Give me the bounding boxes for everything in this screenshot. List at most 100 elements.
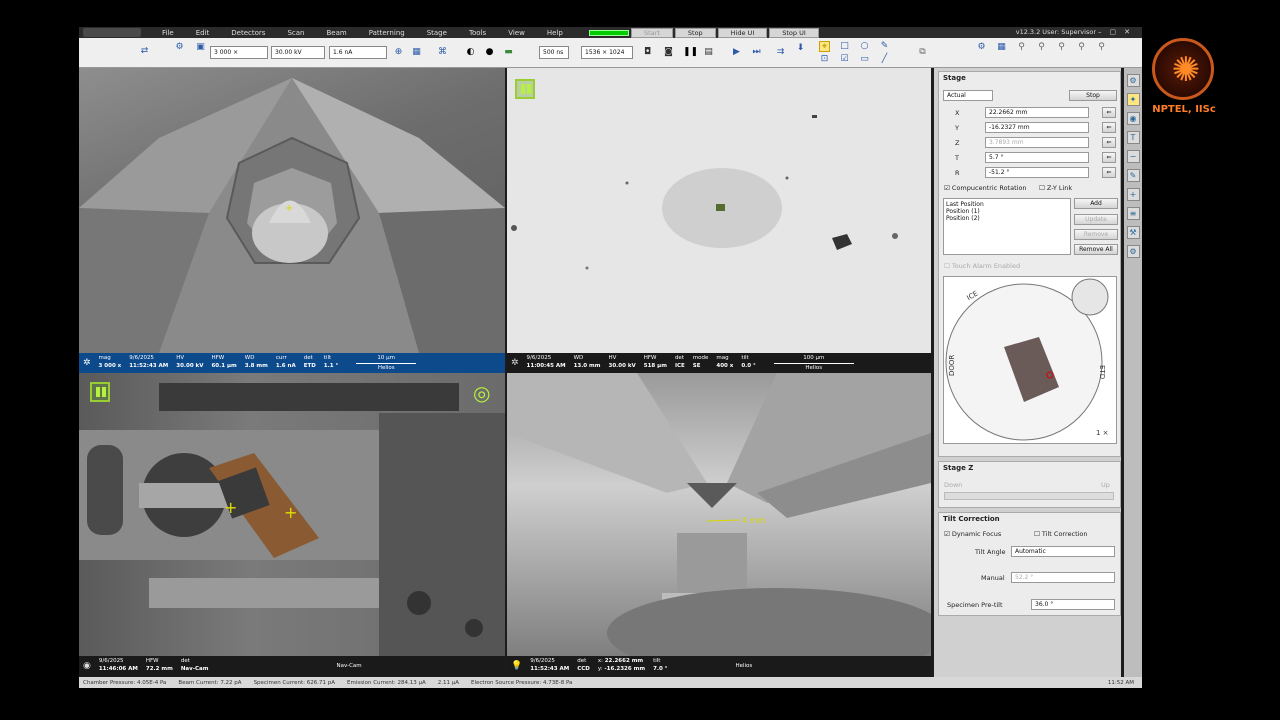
beam-toggle-icon[interactable]: ⇄ — [139, 46, 150, 57]
menu-patterning[interactable]: Patterning — [358, 29, 416, 37]
rectangle-tool-icon[interactable]: □ — [839, 41, 850, 52]
gear-icon[interactable]: ⚙ — [1126, 74, 1140, 87]
contrast-icon[interactable]: ◐ — [465, 47, 476, 58]
text-icon[interactable]: T — [1126, 131, 1140, 144]
camera-icon[interactable]: ◘ — [642, 47, 653, 58]
link-icon[interactable]: ⚲ — [1016, 42, 1027, 53]
position-list[interactable]: Last Position Position (1) Position (2) — [943, 198, 1071, 255]
frame-icon[interactable]: ▭ — [859, 54, 870, 65]
dwell-time-field[interactable]: 500 ns — [539, 46, 569, 59]
position-item[interactable]: Position (1) — [946, 208, 1068, 215]
stage-y-field[interactable]: -16.2327 mm — [985, 122, 1089, 133]
menu-help[interactable]: Help — [536, 29, 574, 37]
link-icon-2[interactable]: ⚲ — [1036, 42, 1047, 53]
remove-position-button[interactable]: Remove — [1074, 229, 1118, 240]
magnification-field[interactable]: 3 000 × — [210, 46, 268, 59]
snapshot-icon[interactable]: ◙ — [663, 47, 674, 58]
polygon-tool-icon[interactable]: ✎ — [879, 41, 890, 52]
dynamic-focus-checkbox[interactable]: ☑ Dynamic Focus — [944, 530, 1001, 538]
x-go-button[interactable]: ⇐ — [1102, 107, 1116, 118]
remove-all-button[interactable]: Remove All — [1074, 244, 1118, 255]
beam-current-field[interactable]: 1.6 nA — [329, 46, 387, 59]
touch-alarm-checkbox[interactable]: ☐ Touch Alarm Enabled — [944, 262, 1020, 270]
quad4-ccd-image[interactable]: 4 mm — [507, 373, 931, 656]
window-controls[interactable]: –▢✕ — [1098, 27, 1138, 38]
z-go-button[interactable]: ⇐ — [1102, 137, 1116, 148]
checkmark-icon[interactable]: ☑ — [839, 54, 850, 65]
r-go-button[interactable]: ⇐ — [1102, 167, 1116, 178]
video-icon[interactable]: ▤ — [703, 47, 714, 58]
stage-gear-icon[interactable]: ⚙ — [976, 42, 987, 53]
menu-edit[interactable]: Edit — [185, 29, 221, 37]
distance-annotation: 4 mm — [742, 516, 765, 525]
t-go-button[interactable]: ⇐ — [1102, 152, 1116, 163]
stage-tilt-field[interactable]: 5.7 ° — [985, 152, 1089, 163]
start-button[interactable]: Start — [631, 27, 673, 38]
menu-view[interactable]: View — [497, 29, 536, 37]
detector-icon[interactable]: ▣ — [195, 42, 206, 53]
stage-x-field[interactable]: 22.2662 mm — [985, 107, 1089, 118]
position-item[interactable]: Last Position — [946, 201, 1068, 208]
y-go-button[interactable]: ⇐ — [1102, 122, 1116, 133]
position-item[interactable]: Position (2) — [946, 215, 1068, 222]
quad1-electron-image[interactable]: + — [79, 68, 505, 353]
layout-icon[interactable]: ⧉ — [917, 47, 928, 58]
eye-icon[interactable]: ◉ — [1126, 112, 1140, 125]
route-icon[interactable]: ⇉ — [775, 47, 786, 58]
stage-z-slider[interactable] — [944, 492, 1114, 500]
stop-ui-button[interactable]: Stop UI — [769, 27, 819, 38]
link-icon-3[interactable]: ⚲ — [1056, 42, 1067, 53]
brightness-icon[interactable]: ● — [484, 47, 495, 58]
play-icon[interactable]: ▶ — [731, 47, 742, 58]
stage-stop-button[interactable]: Stop — [1069, 90, 1117, 101]
stage-rotation-field[interactable]: -51.2 ° — [985, 167, 1089, 178]
hide-ui-button[interactable]: Hide UI — [717, 27, 768, 38]
resolution-field[interactable]: 1536 × 1024 — [581, 46, 633, 59]
pen-icon[interactable]: ✎ — [1126, 169, 1140, 182]
scan-area-icon[interactable]: ▬ — [503, 47, 514, 58]
select-tool-icon[interactable]: ⌖ — [819, 41, 830, 52]
tools-icon[interactable]: ⚒ — [1126, 226, 1140, 239]
menu-tools[interactable]: Tools — [458, 29, 497, 37]
stage-mode-select[interactable]: Actual — [943, 90, 993, 101]
minus-icon[interactable]: − — [1126, 150, 1140, 163]
menu-beam[interactable]: Beam — [315, 29, 357, 37]
add-position-button[interactable]: Add — [1074, 198, 1118, 209]
link-icon-4[interactable]: ⚲ — [1076, 42, 1087, 53]
tilt-angle-select[interactable]: Automatic — [1011, 546, 1115, 557]
pause-icon[interactable]: ❚❚ — [683, 47, 698, 58]
settings-icon[interactable]: ⚙ — [1126, 245, 1140, 258]
menu-file[interactable]: File — [151, 29, 185, 37]
highlight-icon[interactable]: ✦ — [1126, 93, 1140, 106]
stop-button[interactable]: Stop — [674, 27, 716, 38]
quad2-se-image[interactable] — [507, 68, 931, 353]
plus-icon[interactable]: + — [1126, 188, 1140, 201]
light-bulb-icon[interactable]: 💡 — [507, 656, 526, 676]
image-icon[interactable]: ▦ — [411, 47, 422, 58]
grid-icon[interactable]: ▦ — [996, 42, 1007, 53]
stage-z-field[interactable]: 3.7893 mm — [985, 137, 1089, 148]
measure-icon[interactable]: ⊡ — [819, 54, 830, 65]
quad3-navcam-image[interactable]: ⚲ ◎ + + — [79, 373, 505, 656]
update-position-button[interactable]: Update — [1074, 214, 1118, 225]
stage-navigation-map[interactable]: DOOR ETD ICE 1 × — [943, 276, 1117, 444]
menu-detectors[interactable]: Detectors — [220, 29, 276, 37]
compucentric-checkbox[interactable]: ☑ Compucentric Rotation — [944, 184, 1027, 192]
circle-tool-icon[interactable]: ○ — [859, 41, 870, 52]
manual-field[interactable]: 52.2 ° — [1011, 572, 1115, 583]
download-icon[interactable]: ⬇ — [795, 43, 806, 54]
tilt-correction-checkbox[interactable]: ☐ Tilt Correction — [1034, 530, 1088, 538]
line-tool-icon[interactable]: ╱ — [879, 54, 890, 65]
zy-link-checkbox[interactable]: ☐ Z-Y Link — [1039, 184, 1072, 192]
wobble-icon[interactable]: ⌘ — [437, 47, 448, 58]
menu-stage[interactable]: Stage — [416, 29, 458, 37]
main-toolbar: ⇄ ⚙ ▣ 3 000 × 30.00 kV 1.6 nA ⊕ ▦ ⌘ ◐ ● … — [79, 38, 1142, 68]
crosshair-icon[interactable]: ⊕ — [393, 47, 404, 58]
link-icon-5[interactable]: ⚲ — [1096, 42, 1107, 53]
step-icon[interactable]: ⏭ — [751, 47, 762, 58]
pretilt-field[interactable]: 36.0 ° — [1031, 599, 1115, 610]
sliders-icon[interactable]: ≡ — [1126, 207, 1140, 220]
high-voltage-field[interactable]: 30.00 kV — [271, 46, 325, 59]
gear-icon[interactable]: ⚙ — [174, 42, 185, 53]
menu-scan[interactable]: Scan — [276, 29, 315, 37]
